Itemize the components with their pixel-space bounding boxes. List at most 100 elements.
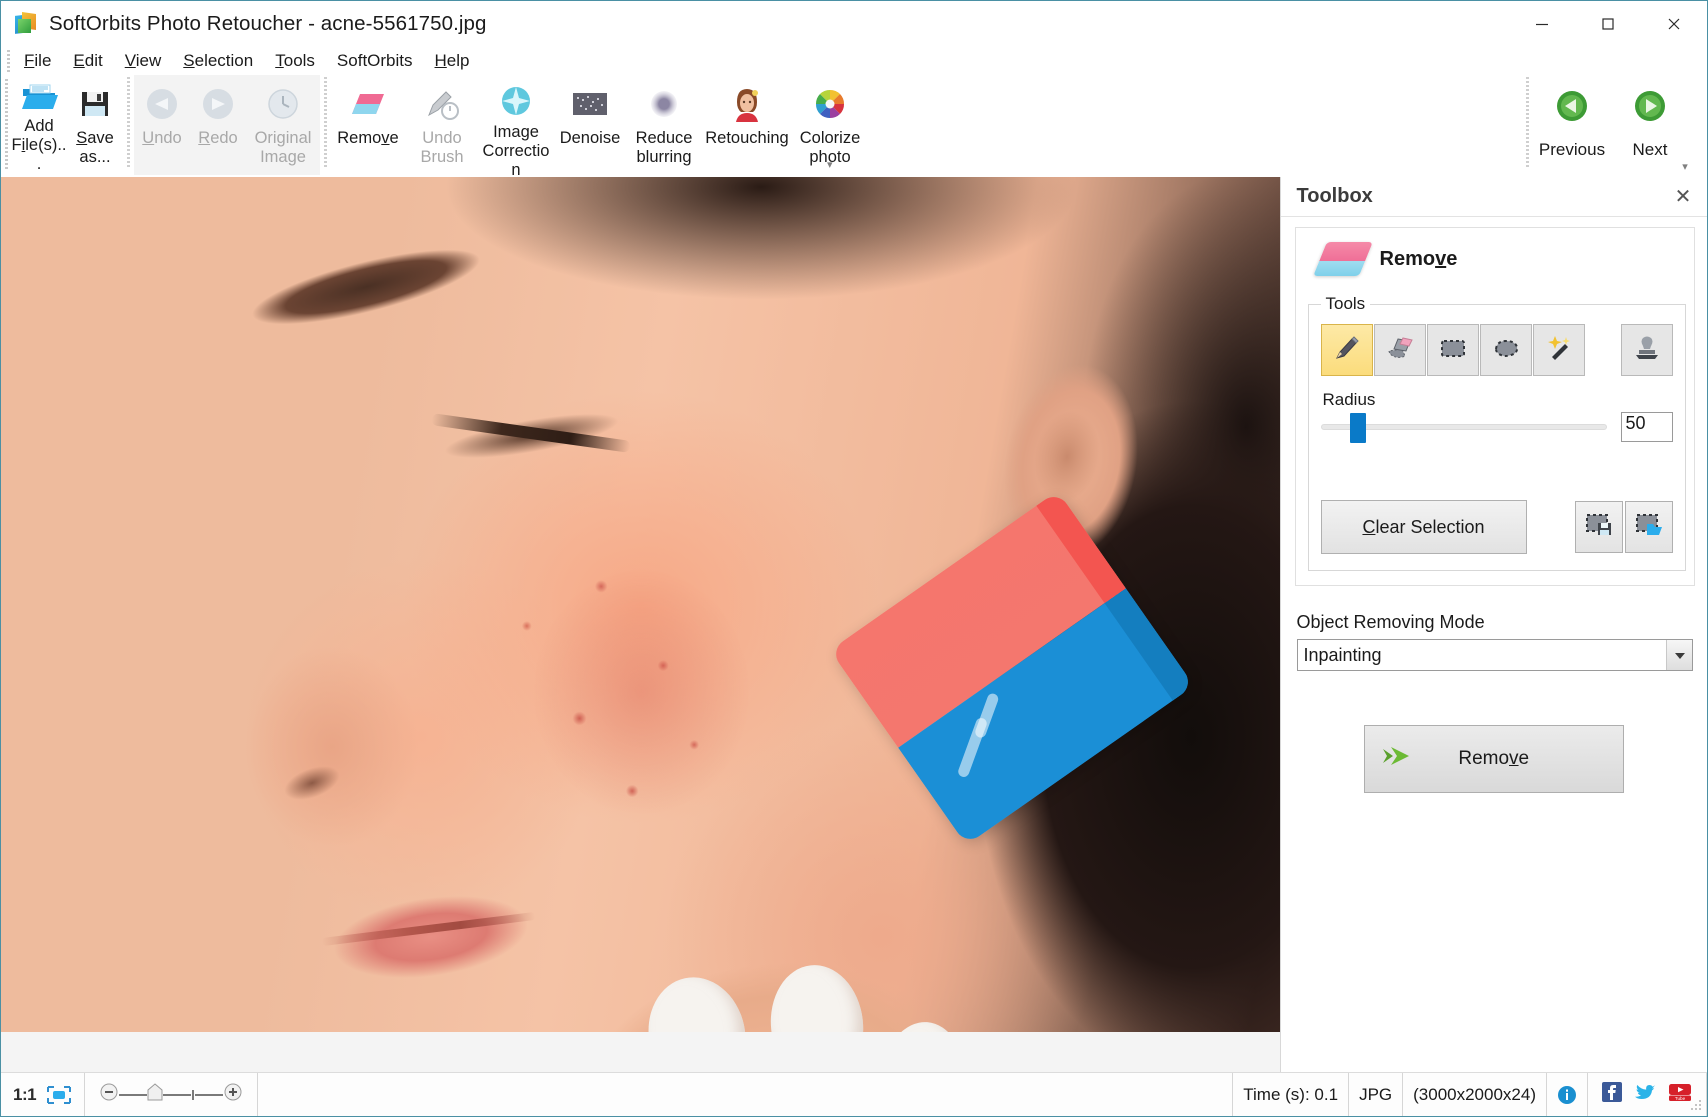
tool-eraser-button[interactable] (1373, 324, 1426, 376)
resize-grip[interactable] (1690, 1099, 1704, 1113)
twitter-icon[interactable] (1634, 1082, 1656, 1107)
add-files-button[interactable]: Add File(s)... (11, 75, 67, 173)
tool-magic-wand-button[interactable] (1532, 324, 1585, 376)
original-image-label-2: Image (260, 148, 306, 166)
zoom-slider[interactable] (85, 1073, 259, 1116)
image-correction-button[interactable]: Image Correction (479, 75, 553, 179)
ribbon-navigation-group: Previous Next (1522, 75, 1689, 175)
object-removing-mode-label: Object Removing Mode (1296, 612, 1485, 632)
youtube-icon[interactable]: Tube (1668, 1082, 1692, 1107)
clear-selection-button[interactable]: Clear Selection (1320, 500, 1527, 554)
remove-button[interactable]: Remove (331, 75, 405, 173)
image-dimensions-label: (3000x2000x24) (1403, 1073, 1547, 1116)
object-removing-mode-select[interactable]: Inpainting (1296, 639, 1693, 671)
color-wheel-icon (812, 83, 848, 125)
zoom-in-icon[interactable] (223, 1082, 243, 1107)
pencil-icon (1332, 333, 1362, 368)
load-selection-button[interactable] (1624, 501, 1673, 553)
menu-edit[interactable]: Edit (62, 49, 113, 73)
tool-rectangle-select-button[interactable] (1426, 324, 1479, 376)
selection-io-group (1574, 501, 1673, 553)
rectangle-select-icon (1438, 333, 1468, 368)
menu-view[interactable]: View (114, 49, 173, 73)
zoom-out-icon[interactable] (99, 1082, 119, 1107)
processing-time-label: Time (s): 0.1 (1233, 1073, 1350, 1116)
save-as-button[interactable]: Save as... (67, 75, 123, 173)
zoom-slider-thumb[interactable] (147, 1083, 163, 1106)
eraser-icon (348, 83, 388, 125)
menu-tools[interactable]: Tools (264, 49, 326, 73)
toolbox-close-icon[interactable]: ✕ (1671, 185, 1695, 209)
tool-lasso-select-button[interactable] (1479, 324, 1532, 376)
minimize-button[interactable] (1509, 1, 1575, 47)
green-left-arrow-icon (1555, 89, 1589, 128)
remove-section-header: Remove (1308, 238, 1683, 288)
radius-slider[interactable] (1320, 413, 1607, 443)
colorize-more-chevron-down-icon[interactable]: ▾ (827, 158, 833, 171)
remove-action-label: Remove (1458, 748, 1530, 769)
eraser-tool-icon (1385, 333, 1415, 368)
zoom-ratio-label[interactable]: 1:1 (13, 1085, 37, 1105)
reduce-blurring-button[interactable]: Reduce blurring (627, 75, 701, 173)
status-bar: 1:1 Time (s): 0.1 JPG (3000x2000x24) Tub… (1, 1072, 1707, 1116)
previous-label: Previous (1538, 140, 1606, 159)
next-button[interactable]: Next (1611, 75, 1689, 175)
green-right-arrow-icon (1633, 89, 1667, 128)
denoise-button[interactable]: Denoise (553, 75, 627, 173)
previous-button[interactable]: Previous (1533, 75, 1611, 175)
facebook-icon[interactable] (1602, 1082, 1622, 1107)
acne-region (471, 527, 781, 857)
menu-file[interactable]: FFileile (13, 49, 62, 73)
maximize-button[interactable] (1575, 1, 1641, 47)
redo-button[interactable]: Redo (190, 75, 246, 173)
ribbon-separator-1 (127, 77, 130, 169)
original-image-button[interactable]: Original Image (246, 75, 320, 173)
fit-to-window-icon[interactable] (46, 1085, 72, 1105)
tools-group: Tools Radius 50 C lear Selection (1307, 294, 1686, 571)
clock-history-icon (265, 83, 301, 125)
toolbox-title: Toolbox (1296, 185, 1373, 207)
redo-arrow-icon (200, 83, 236, 125)
save-as-label-2: as... (79, 148, 111, 166)
menu-selection[interactable]: Selection (172, 49, 264, 73)
undo-brush-label-2: Brush (420, 148, 464, 166)
undo-brush-button[interactable]: Undo Brush (405, 75, 479, 173)
softorbits-logo-icon (15, 12, 37, 35)
radius-slider-thumb[interactable] (1349, 413, 1366, 443)
radius-label: Radius (1322, 390, 1376, 409)
window-title: SoftOrbits Photo Retoucher - acne-556175… (49, 12, 487, 35)
close-button[interactable] (1641, 1, 1707, 47)
save-selection-icon (1585, 512, 1613, 543)
object-removing-mode-control: Inpainting (1296, 639, 1693, 671)
radius-input[interactable]: 50 (1620, 412, 1673, 442)
save-selection-button[interactable] (1574, 501, 1623, 553)
portrait-woman-icon (730, 83, 764, 125)
radius-control: 50 (1320, 412, 1673, 443)
photo-image[interactable] (1, 177, 1280, 1032)
ribbon-overflow-chevron-down-icon[interactable]: ▾ (1677, 161, 1693, 173)
retouching-button[interactable]: Retouching (701, 75, 793, 173)
undo-button[interactable]: Undo (134, 75, 190, 173)
undo-brush-label-1: Undo (422, 129, 462, 147)
sparkle-gem-icon (498, 83, 534, 119)
file-format-label: JPG (1349, 1073, 1404, 1116)
menu-softorbits[interactable]: SoftOrbits (326, 49, 424, 73)
ribbon-separator-2 (324, 77, 327, 169)
remove-action-button[interactable]: Remove (1363, 725, 1624, 793)
tool-stamp-button[interactable] (1620, 324, 1673, 376)
chevron-down-icon[interactable] (1666, 640, 1692, 670)
info-icon[interactable] (1547, 1073, 1588, 1116)
zoom-track-mid (163, 1093, 192, 1096)
tool-pencil-button[interactable] (1320, 324, 1373, 376)
image-canvas[interactable] (1, 177, 1281, 1072)
status-spacer (258, 1073, 1234, 1116)
toolbox-header: Toolbox ✕ (1280, 177, 1707, 217)
ribbon-toolbar: Add File(s)... Save as... Undo Redo Orig… (1, 75, 1707, 179)
stamp-icon (1632, 333, 1662, 368)
add-files-label-2: File(s)... (11, 136, 67, 173)
zoom-track-left (119, 1093, 148, 1096)
colorize-photo-label-1: Colorize (799, 129, 861, 147)
application-window: SoftOrbits Photo Retoucher - acne-556175… (0, 0, 1708, 1117)
menu-help[interactable]: Help (424, 49, 481, 73)
remove-action-wrap: Remove (1281, 725, 1708, 793)
